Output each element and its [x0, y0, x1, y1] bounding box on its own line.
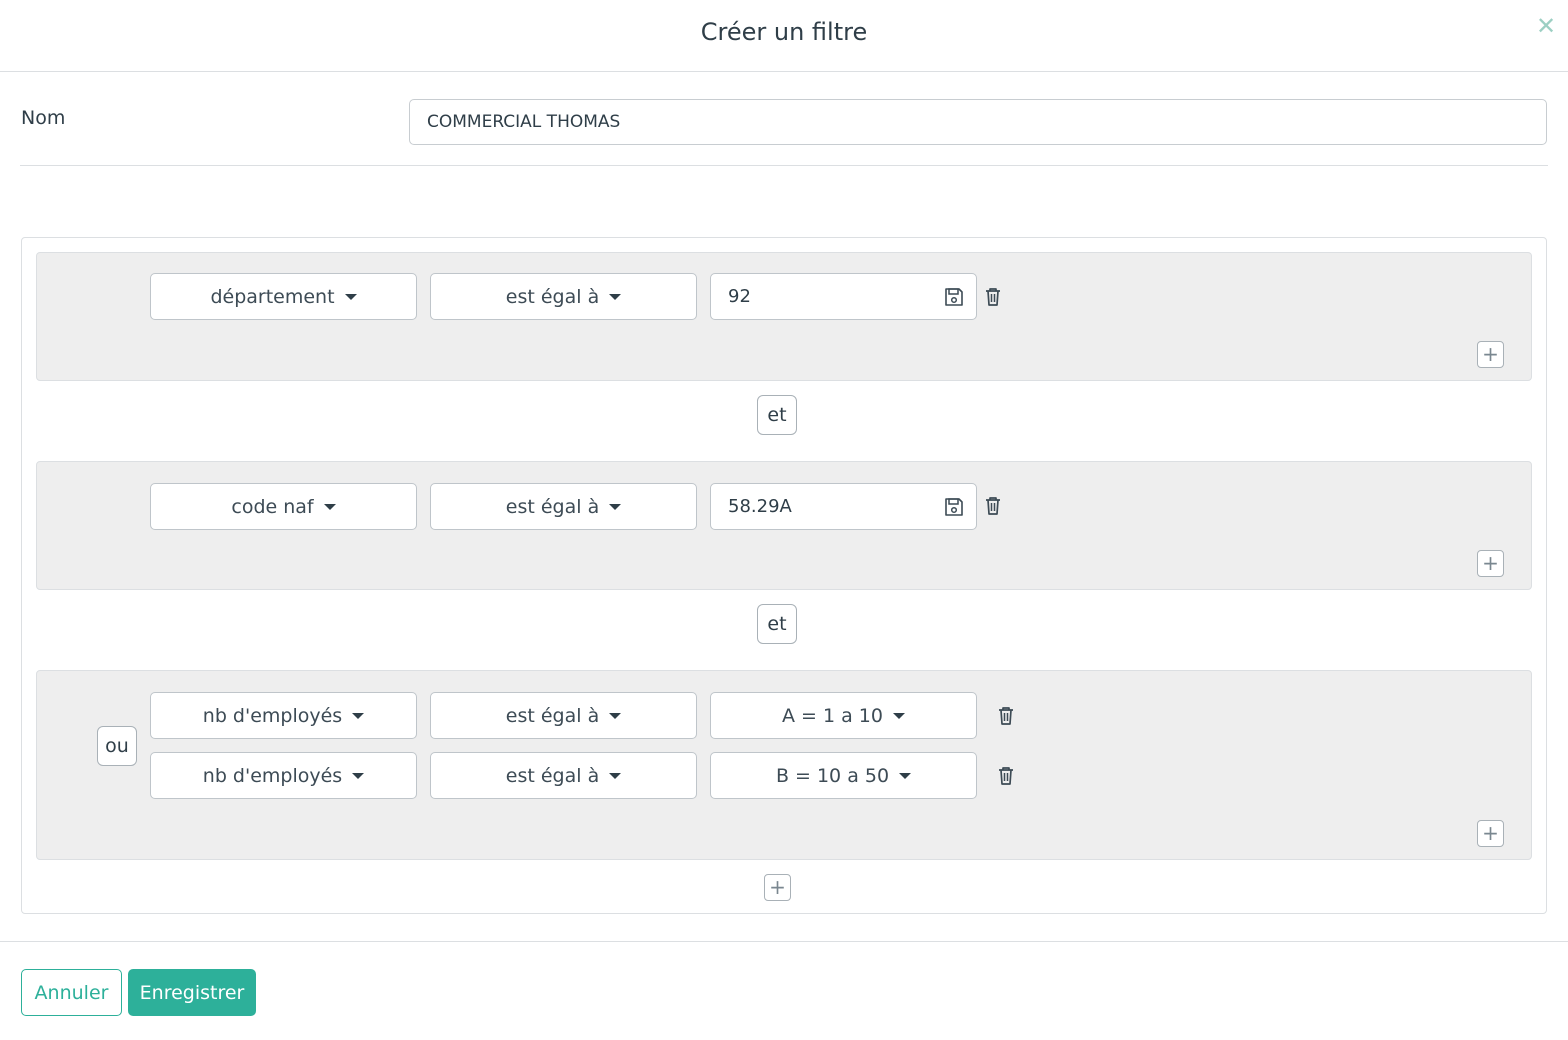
- save-icon[interactable]: [943, 496, 965, 518]
- and-connector[interactable]: et: [757, 395, 797, 435]
- trash-icon[interactable]: [984, 287, 1002, 307]
- trash-icon[interactable]: [997, 706, 1015, 726]
- add-rule-button[interactable]: +: [1477, 820, 1504, 847]
- caret-down-icon: [609, 503, 622, 510]
- footer-divider: [0, 941, 1568, 942]
- field-select-label: nb d'employés: [202, 704, 343, 727]
- value-input[interactable]: 92: [710, 273, 977, 320]
- operator-select-label: est égal à: [505, 495, 600, 518]
- caret-down-icon: [899, 772, 912, 779]
- caret-down-icon: [609, 293, 622, 300]
- add-group-button[interactable]: +: [764, 874, 791, 901]
- caret-down-icon: [609, 712, 622, 719]
- value-input[interactable]: 58.29A: [710, 483, 977, 530]
- caret-down-icon: [323, 503, 336, 510]
- trash-icon[interactable]: [984, 496, 1002, 516]
- operator-select[interactable]: est égal à: [430, 752, 697, 799]
- value-select[interactable]: A = 1 a 10: [710, 692, 977, 739]
- or-connector[interactable]: ou: [97, 726, 137, 766]
- caret-down-icon: [609, 772, 622, 779]
- field-select[interactable]: code naf: [150, 483, 417, 530]
- operator-select-label: est égal à: [505, 285, 600, 308]
- operator-select[interactable]: est égal à: [430, 483, 697, 530]
- close-icon[interactable]: ✕: [1532, 10, 1560, 42]
- add-rule-button[interactable]: +: [1477, 550, 1504, 577]
- caret-down-icon: [344, 293, 357, 300]
- field-select-label: code naf: [231, 495, 314, 518]
- dialog-title: Créer un filtre: [700, 18, 868, 46]
- field-select[interactable]: nb d'employés: [150, 752, 417, 799]
- operator-select[interactable]: est égal à: [430, 692, 697, 739]
- save-button[interactable]: Enregistrer: [128, 969, 256, 1016]
- trash-icon[interactable]: [997, 766, 1015, 786]
- cancel-button[interactable]: Annuler: [21, 969, 122, 1016]
- divider: [20, 165, 1548, 166]
- dialog-header: Créer un filtre ✕: [0, 0, 1568, 72]
- name-input[interactable]: [409, 99, 1547, 145]
- add-rule-button[interactable]: +: [1477, 341, 1504, 368]
- field-select-label: nb d'employés: [202, 764, 343, 787]
- caret-down-icon: [352, 712, 365, 719]
- caret-down-icon: [352, 772, 365, 779]
- field-select[interactable]: nb d'employés: [150, 692, 417, 739]
- save-icon[interactable]: [943, 286, 965, 308]
- field-select[interactable]: département: [150, 273, 417, 320]
- operator-select-label: est égal à: [505, 764, 600, 787]
- value-input-text: 92: [728, 286, 751, 307]
- value-select[interactable]: B = 10 a 50: [710, 752, 977, 799]
- name-label: Nom: [21, 107, 66, 129]
- value-input-text: 58.29A: [728, 496, 792, 517]
- operator-select-label: est égal à: [505, 704, 600, 727]
- caret-down-icon: [892, 712, 905, 719]
- field-select-label: département: [210, 285, 335, 308]
- value-select-label: B = 10 a 50: [775, 764, 890, 787]
- value-select-label: A = 1 a 10: [782, 704, 883, 727]
- and-connector[interactable]: et: [757, 604, 797, 644]
- operator-select[interactable]: est égal à: [430, 273, 697, 320]
